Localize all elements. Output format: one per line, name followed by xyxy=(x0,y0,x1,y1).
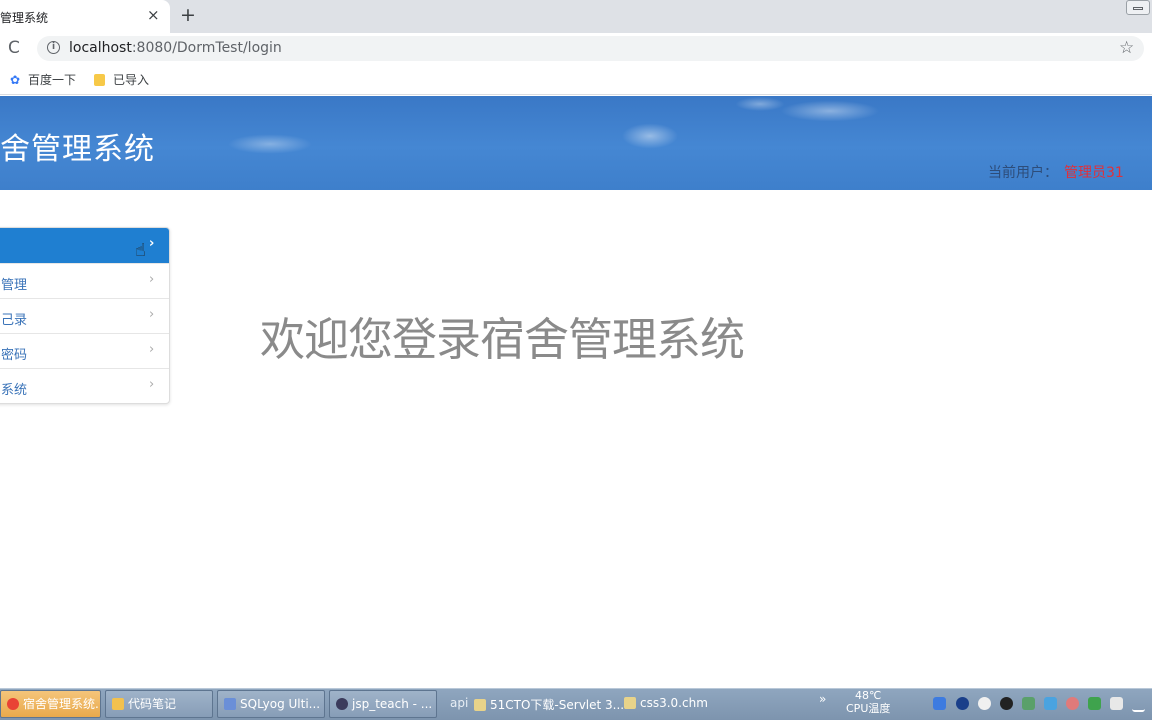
taskbar-overflow-button[interactable]: » xyxy=(819,692,826,706)
security-shield-icon[interactable] xyxy=(1088,697,1101,710)
tab-title: 管理系统 xyxy=(0,11,49,25)
reload-icon[interactable]: C xyxy=(8,38,20,58)
site-title: 舍管理系统 xyxy=(0,132,155,167)
welcome-message: 欢迎您登录宿舍管理系统 xyxy=(260,313,745,366)
sidebar-item-label: 系统 xyxy=(1,383,28,398)
restore-window-icon[interactable] xyxy=(1126,0,1150,15)
tray-app-icon[interactable] xyxy=(978,697,991,710)
browser-tab[interactable]: 管理系统 × xyxy=(0,0,170,33)
tray-app-icon[interactable] xyxy=(1044,697,1057,710)
browser-tab-strip: 管理系统 × + xyxy=(0,0,1152,33)
cpu-temperature: 48℃ CPU温度 xyxy=(846,689,891,715)
current-user-label: 当前用户： xyxy=(988,165,1058,181)
taskbar-item-browser[interactable]: 宿舍管理系统... xyxy=(0,690,101,718)
bookmark-imported[interactable]: 已导入 xyxy=(94,71,149,88)
taskbar-item-notes[interactable]: 代码笔记 xyxy=(105,690,213,718)
url-text: localhost:8080/DormTest/login xyxy=(69,40,282,56)
tray-app-icon[interactable] xyxy=(1022,697,1035,710)
chrome-icon xyxy=(7,698,19,710)
chm-help-icon xyxy=(474,699,486,711)
chevron-right-icon: › xyxy=(149,236,155,251)
hand-cursor-icon: ☝ xyxy=(135,240,146,261)
taskbar-item-sqlyog[interactable]: SQLyog Ulti... xyxy=(217,690,325,718)
taskbar-doc-servlet[interactable]: 51CTO下载-Servlet 3.... xyxy=(474,696,628,713)
baidu-paw-icon: ✿ xyxy=(10,73,21,87)
current-user-name[interactable]: 管理员31 xyxy=(1064,165,1124,181)
sidebar-item-records[interactable]: 己录 › xyxy=(0,299,169,334)
taskbar-item-eclipse[interactable]: jsp_teach - ... xyxy=(329,690,437,718)
url-input[interactable]: i localhost:8080/DormTest/login ☆ xyxy=(37,36,1144,61)
clipboard-icon[interactable] xyxy=(1110,697,1123,710)
close-icon[interactable]: × xyxy=(147,6,160,24)
chevron-right-icon: › xyxy=(149,272,155,287)
sidebar-item-label: 密码 xyxy=(1,348,28,363)
os-taskbar: 宿舍管理系统... 代码笔记 SQLyog Ulti... jsp_teach … xyxy=(0,688,1152,720)
bluetooth-icon[interactable] xyxy=(956,697,969,710)
chevron-right-icon: › xyxy=(149,377,155,392)
folder-icon xyxy=(112,698,124,710)
bookmark-baidu[interactable]: ✿ 百度一下 xyxy=(10,71,76,88)
info-icon[interactable]: i xyxy=(47,41,60,54)
chevron-right-icon: › xyxy=(149,342,155,357)
current-user: 当前用户： 管理员31 xyxy=(988,162,1124,182)
taskbar-doc-css3[interactable]: css3.0.chm xyxy=(624,696,708,710)
tray-app-icon[interactable] xyxy=(1066,697,1079,710)
taskbar-api-label[interactable]: api xyxy=(450,696,468,710)
sidebar-item-manage[interactable]: 管理 › xyxy=(0,264,169,299)
address-bar: C i localhost:8080/DormTest/login ☆ xyxy=(0,33,1152,64)
folder-icon xyxy=(94,74,105,86)
sqlyog-icon xyxy=(224,698,236,710)
sidebar-item-label: 己录 xyxy=(1,313,28,328)
page-header: 舍管理系统 当前用户： 管理员31 xyxy=(0,96,1152,190)
qq-icon[interactable] xyxy=(1000,697,1013,710)
new-tab-button[interactable]: + xyxy=(180,4,196,26)
eclipse-icon xyxy=(336,698,348,710)
sidebar-item-label: 管理 xyxy=(1,278,28,293)
sidebar-item-password[interactable]: 密码 › xyxy=(0,334,169,369)
bookmark-star-icon[interactable]: ☆ xyxy=(1119,38,1134,58)
chm-help-icon xyxy=(624,697,636,709)
tray-network-icon[interactable] xyxy=(933,697,946,710)
bookmarks-bar: ✿ 百度一下 已导入 xyxy=(0,64,1152,95)
sidebar-item-exit[interactable]: 系统 › xyxy=(0,369,169,403)
signal-icon[interactable] xyxy=(1132,697,1145,712)
chevron-right-icon: › xyxy=(149,307,155,322)
